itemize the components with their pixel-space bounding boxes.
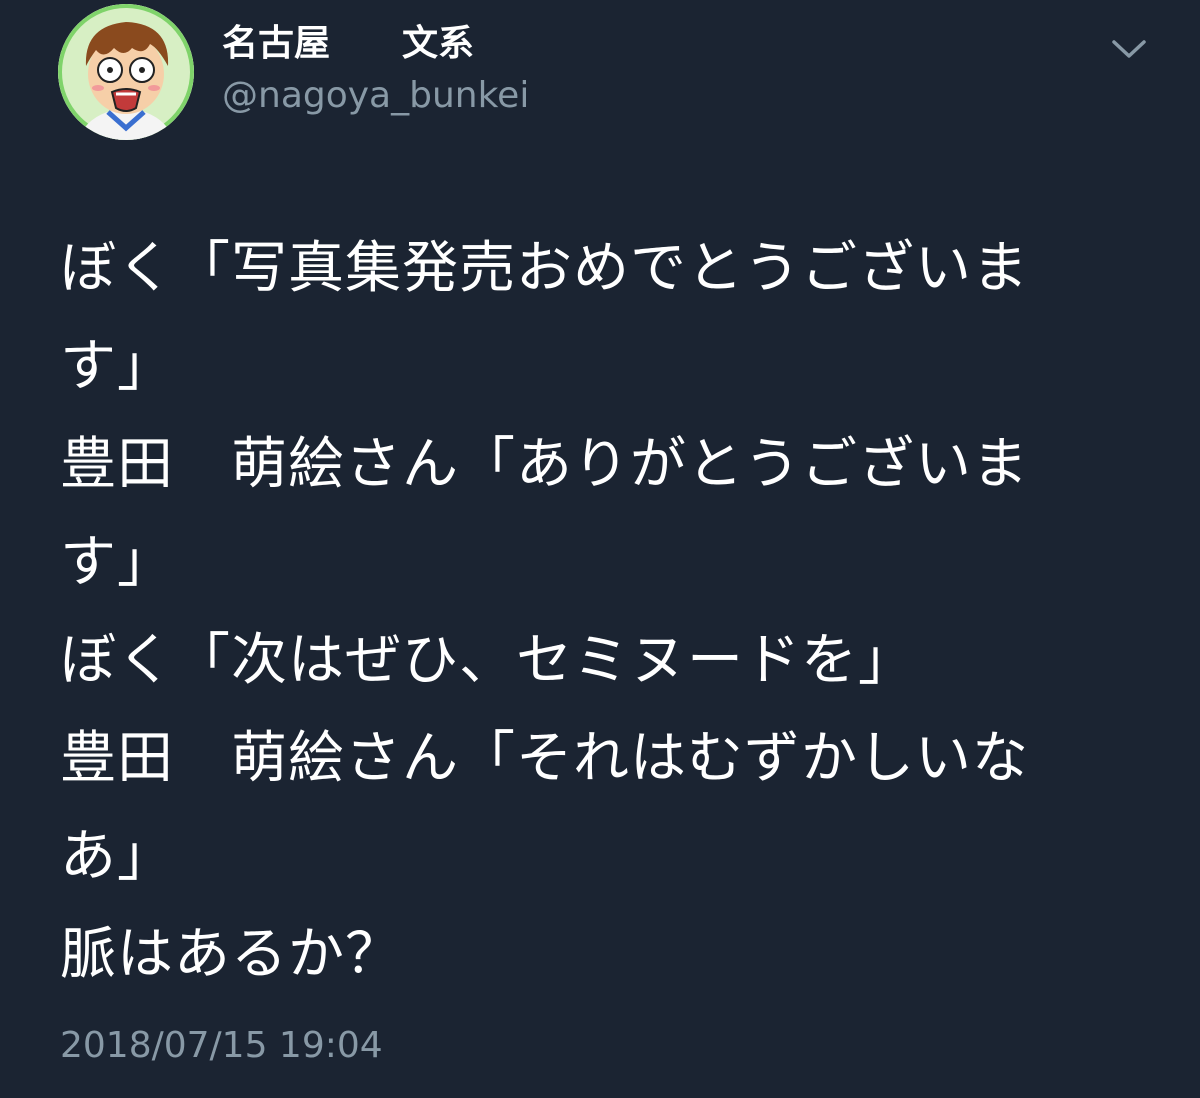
tweet-line: す」	[60, 530, 174, 595]
tweet-timestamp[interactable]: 2018/07/15 19:04	[60, 1024, 383, 1068]
tweet-line: 脈はあるか？	[60, 922, 402, 987]
display-name[interactable]: 名古屋 文系	[222, 22, 474, 66]
avatar-cartoon-boy-icon	[58, 4, 194, 140]
tweet-line: 豊田 萌絵さん「ありがとうございま	[60, 432, 1029, 497]
tweet-line: ぼく「写真集発売おめでとうございま	[60, 236, 1029, 301]
tweet-line: 豊田 萌絵さん「それはむずかしいな	[60, 726, 1029, 791]
tweet-card: 名古屋 文系 @nagoya_bunkei ぼく「写真集発売おめでとうございま …	[0, 0, 1200, 1098]
tweet-line: あ」	[60, 824, 174, 889]
tweet-line: ぼく「次はぜひ、セミヌードを」	[60, 628, 915, 693]
chevron-down-icon[interactable]	[1108, 34, 1150, 66]
avatar[interactable]	[58, 4, 194, 140]
user-handle[interactable]: @nagoya_bunkei	[222, 74, 529, 118]
tweet-text: ぼく「写真集発売おめでとうございま す」 豊田 萌絵さん「ありがとうございま す…	[60, 220, 1120, 1004]
tweet-line: す」	[60, 334, 174, 399]
